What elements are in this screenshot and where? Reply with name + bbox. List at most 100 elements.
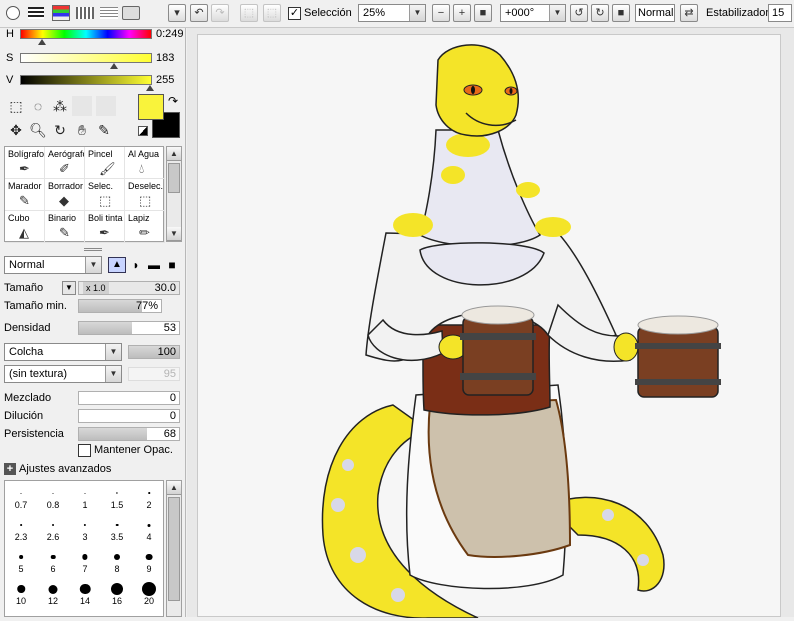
zoom-in-button[interactable]: + bbox=[453, 4, 471, 22]
brush-tool-bucket[interactable]: Cubo ◭ bbox=[5, 211, 45, 243]
brush-size-preset[interactable]: 0.7 bbox=[5, 481, 37, 513]
primary-color-swatch[interactable] bbox=[138, 94, 164, 120]
flip-view-button[interactable]: ⇄ bbox=[680, 4, 698, 22]
color-swatches-tab[interactable] bbox=[76, 7, 94, 19]
brush-size-preset[interactable]: 3 bbox=[69, 513, 101, 545]
canvas-area[interactable] bbox=[187, 28, 794, 619]
advanced-settings-label[interactable]: Ajustes avanzados bbox=[19, 463, 111, 475]
brush-size-preset[interactable]: 6 bbox=[37, 545, 69, 577]
brush-tool-pencil[interactable]: Lapiz ✏︎ bbox=[125, 211, 165, 243]
brush-tool-brush[interactable]: Pincel 🖌︎ bbox=[85, 147, 125, 179]
brush-size-preset[interactable]: 1 bbox=[69, 481, 101, 513]
panel-splitter[interactable] bbox=[84, 248, 102, 251]
density-bar[interactable]: 53 bbox=[78, 321, 180, 335]
brush-size-preset[interactable]: 7 bbox=[69, 545, 101, 577]
move-icon[interactable]: ✥ bbox=[6, 120, 26, 140]
deselect-button[interactable]: ⬚ bbox=[240, 4, 258, 22]
scroll-up-icon[interactable]: ▲ bbox=[167, 481, 181, 495]
rotate-right-button[interactable]: ↻ bbox=[591, 4, 609, 22]
brush-tool-ink-pen[interactable]: Boli tinta ✒ bbox=[85, 211, 125, 243]
brush-tool-airbrush[interactable]: Aerógrafo ✐ bbox=[45, 147, 85, 179]
scroll-thumb[interactable] bbox=[168, 497, 180, 601]
brush-size-preset[interactable]: 1.5 bbox=[101, 481, 133, 513]
brush-tool-deselect[interactable]: Deselec. ⬚ bbox=[125, 179, 165, 211]
color-wheel-tab[interactable] bbox=[6, 6, 20, 20]
zoom-dropdown[interactable]: 25% ▼ bbox=[358, 4, 426, 22]
color-rgb-tab[interactable] bbox=[52, 5, 70, 21]
brush-tool-marker[interactable]: Marador ✎ bbox=[5, 179, 45, 211]
brush-tool-binary[interactable]: Binario ✎ bbox=[45, 211, 85, 243]
scroll-up-icon[interactable]: ▲ bbox=[167, 147, 181, 161]
hue-slider-handle[interactable] bbox=[38, 39, 46, 45]
lasso-icon[interactable]: ◌ bbox=[28, 96, 48, 116]
brush-size-preset[interactable]: 2 bbox=[133, 481, 163, 513]
shape-strength-bar[interactable]: 100 bbox=[128, 345, 180, 359]
brush-texture-dropdown[interactable]: (sin textura) ▼ bbox=[4, 365, 122, 383]
persistence-bar[interactable]: 68 bbox=[78, 427, 180, 441]
brush-tool-eraser[interactable]: Borrador ◆ bbox=[45, 179, 85, 211]
zoom-reset-button[interactable]: ■ bbox=[474, 4, 492, 22]
brush-grid-scrollbar[interactable]: ▲ ▼ bbox=[166, 146, 182, 242]
blend-mode-dropdown[interactable]: Normal bbox=[635, 4, 675, 22]
brush-size-preset[interactable]: 20 bbox=[133, 577, 163, 609]
reset-colors-icon[interactable] bbox=[138, 126, 148, 136]
brush-size-preset[interactable]: 8 bbox=[101, 545, 133, 577]
scroll-thumb[interactable] bbox=[168, 163, 180, 193]
brush-size-preset[interactable]: 3.5 bbox=[101, 513, 133, 545]
undo-button[interactable]: ↶ bbox=[190, 4, 208, 22]
size-bar[interactable]: x 1.0 30.0 bbox=[78, 281, 180, 295]
tip-shape-triangle[interactable]: ▲ bbox=[108, 257, 126, 273]
saturation-slider[interactable] bbox=[20, 53, 152, 63]
brush-size-preset[interactable]: 9 bbox=[133, 545, 163, 577]
drawing-canvas[interactable] bbox=[197, 34, 781, 619]
tip-shape-flat-round[interactable]: ▬ bbox=[146, 257, 162, 273]
brush-tool-watercolor[interactable]: Al Agua 💧︎ bbox=[125, 147, 165, 179]
zoom-icon[interactable]: 🔍︎ bbox=[28, 120, 48, 140]
brush-mode-dropdown[interactable]: Normal ▼ bbox=[4, 256, 102, 274]
hand-icon[interactable]: ✋︎ bbox=[72, 120, 92, 140]
navigator-tab[interactable] bbox=[122, 6, 140, 20]
eyedropper-icon[interactable]: ✎ bbox=[94, 120, 114, 140]
brush-tool-pen[interactable]: Bolígrafo ✒ bbox=[5, 147, 45, 179]
blend-bar[interactable]: 0 bbox=[78, 391, 180, 405]
rotate-left-button[interactable]: ↺ bbox=[570, 4, 588, 22]
brush-size-preset[interactable]: 12 bbox=[37, 577, 69, 609]
value-slider-handle[interactable] bbox=[146, 85, 154, 91]
brush-size-preset[interactable]: 14 bbox=[69, 577, 101, 609]
stabilizer-dropdown[interactable]: 15 bbox=[768, 4, 792, 22]
brush-size-preset[interactable]: 2.3 bbox=[5, 513, 37, 545]
brush-tool-select-pen[interactable]: Selec. ⬚ bbox=[85, 179, 125, 211]
panel-menu-button[interactable]: ▾ bbox=[168, 4, 186, 22]
keep-opacity-checkbox[interactable] bbox=[78, 444, 91, 457]
expand-plus-icon[interactable]: + bbox=[4, 463, 16, 475]
hue-slider[interactable] bbox=[20, 29, 152, 39]
brush-size-preset[interactable]: 0.8 bbox=[37, 481, 69, 513]
brush-size-preset[interactable]: 2.6 bbox=[37, 513, 69, 545]
tip-shape-square[interactable]: ■ bbox=[164, 257, 180, 273]
dilution-bar[interactable]: 0 bbox=[78, 409, 180, 423]
selection-checkbox[interactable]: ✓ bbox=[288, 7, 301, 20]
scratchpad-tab[interactable] bbox=[100, 7, 118, 19]
brush-shape-dropdown[interactable]: Colcha ▼ bbox=[4, 343, 122, 361]
rect-select-icon[interactable]: ⬚ bbox=[6, 96, 26, 116]
rotate-icon[interactable]: ↻ bbox=[50, 120, 70, 140]
min-size-bar[interactable]: 77% bbox=[78, 299, 162, 313]
brush-size-preset[interactable]: 16 bbox=[101, 577, 133, 609]
tip-shape-round[interactable]: ◗ bbox=[128, 257, 144, 273]
zoom-out-button[interactable]: − bbox=[432, 4, 450, 22]
brush-size-preset[interactable]: 10 bbox=[5, 577, 37, 609]
rotate-reset-button[interactable]: ■ bbox=[612, 4, 630, 22]
color-sliders-tab[interactable] bbox=[28, 7, 44, 19]
rotation-dropdown[interactable]: +000° ▼ bbox=[500, 4, 566, 22]
size-presets-scrollbar[interactable]: ▲ bbox=[166, 480, 182, 617]
scroll-down-icon[interactable]: ▼ bbox=[167, 227, 181, 241]
invert-selection-button[interactable]: ⬚ bbox=[263, 4, 281, 22]
brush-size-preset[interactable]: 4 bbox=[133, 513, 163, 545]
swap-colors-icon[interactable]: ↷ bbox=[168, 94, 178, 108]
redo-button[interactable]: ↷ bbox=[211, 4, 229, 22]
saturation-slider-handle[interactable] bbox=[110, 63, 118, 69]
value-slider[interactable] bbox=[20, 75, 152, 85]
size-dropdown-button[interactable]: ▼ bbox=[62, 281, 76, 295]
brush-size-preset[interactable]: 5 bbox=[5, 545, 37, 577]
magic-wand-icon[interactable]: ⁂ bbox=[50, 96, 70, 116]
